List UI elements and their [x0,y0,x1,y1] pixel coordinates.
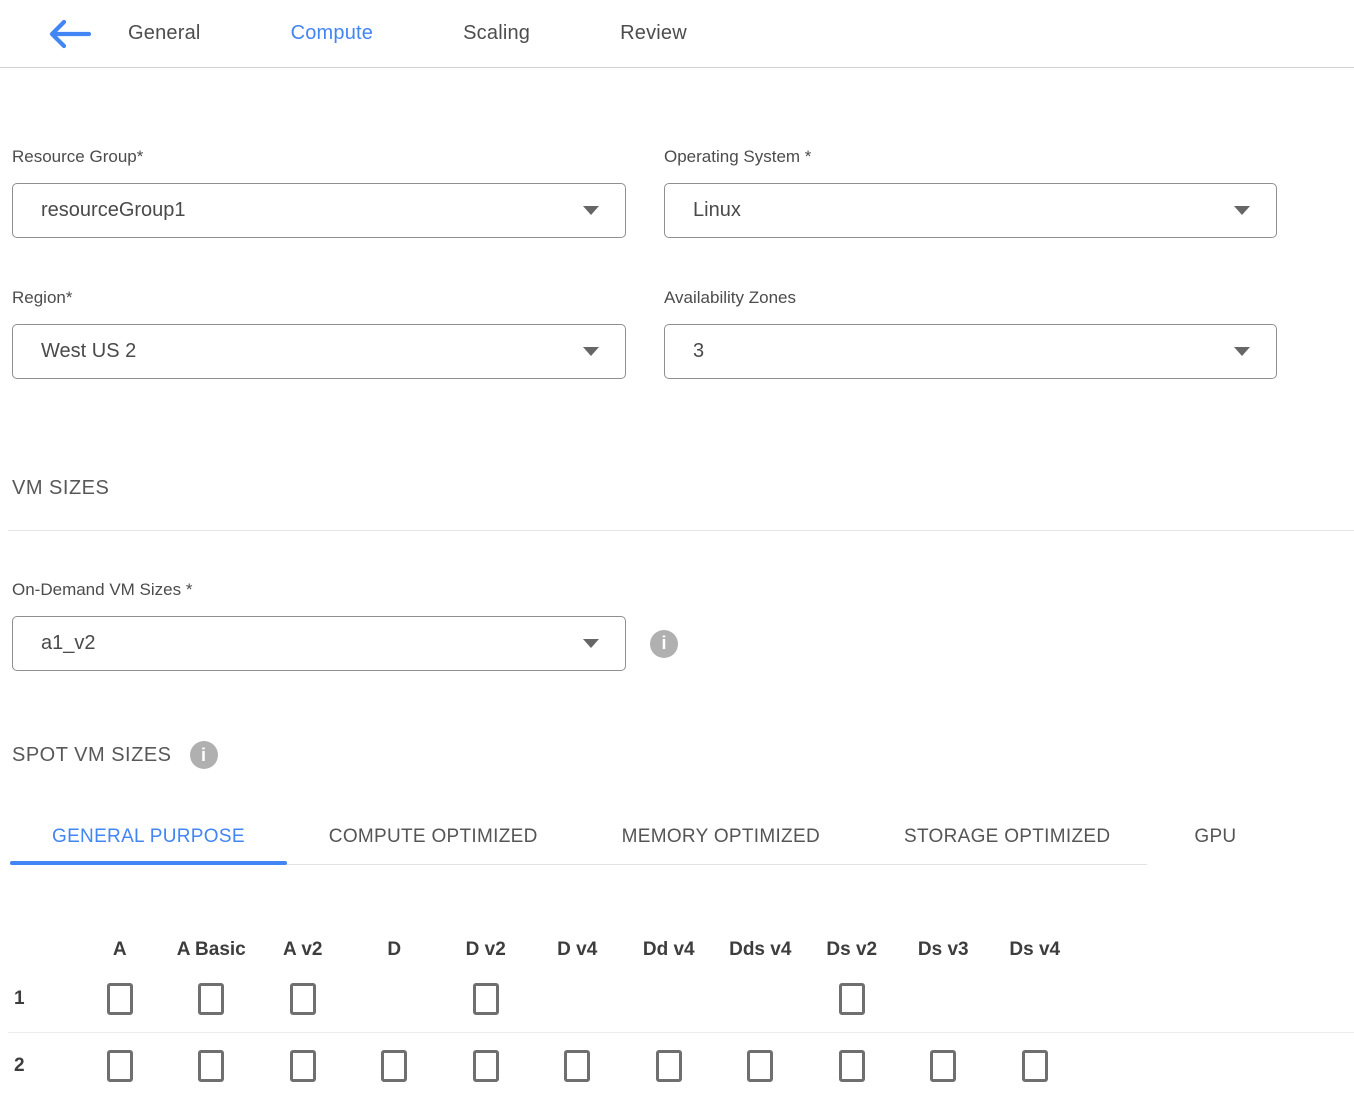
table-cell [806,1050,898,1082]
table-cell [166,1050,258,1082]
tab-compute-optimized[interactable]: COMPUTE OPTIMIZED [287,809,580,865]
chevron-down-icon [583,347,599,356]
table-cell [532,1050,624,1082]
section-divider [8,530,1354,531]
column-header-dds-v4: Dds v4 [715,939,807,961]
column-header-d: D [349,939,441,961]
vm-size-checkbox-dd-v4-row2[interactable] [656,1050,682,1082]
table-cell [257,983,349,1015]
on-demand-vm-sizes-value: a1_v2 [41,632,96,655]
compute-form: Resource Group* resourceGroup1 Operating… [12,147,1354,379]
row-label: 1 [8,988,74,1010]
operating-system-value: Linux [693,199,741,222]
on-demand-vm-sizes-row: a1_v2 i [12,616,1354,671]
back-button[interactable] [45,15,95,53]
column-header-d-v4: D v4 [532,939,624,961]
tab-general[interactable]: General [128,22,201,45]
vm-sizes-section-title: VM SIZES [12,477,1354,500]
tab-review[interactable]: Review [620,22,687,45]
vm-size-checkbox-a-v2-row1[interactable] [290,983,316,1015]
tab-general-purpose[interactable]: GENERAL PURPOSE [10,809,287,865]
table-cell [898,1050,990,1082]
vm-size-checkbox-ds-v2-row1[interactable] [839,983,865,1015]
wizard-header: General Compute Scaling Review [0,0,1354,68]
field-availability-zones: Availability Zones 3 [664,288,1277,379]
vm-size-checkbox-ds-v3-row2[interactable] [930,1050,956,1082]
table-cell [623,1050,715,1082]
chevron-down-icon [1234,347,1250,356]
column-header-a-basic: A Basic [166,939,258,961]
resource-group-select[interactable]: resourceGroup1 [12,183,626,238]
table-cell [166,983,258,1015]
vm-size-checkbox-d-v2-row1[interactable] [473,983,499,1015]
region-value: West US 2 [41,340,136,363]
field-operating-system: Operating System * Linux [664,147,1277,238]
arrow-left-icon [45,15,93,53]
operating-system-label: Operating System * [664,147,1277,167]
column-header-ds-v4: Ds v4 [989,939,1081,961]
column-header-ds-v2: Ds v2 [806,939,898,961]
availability-zones-value: 3 [693,340,704,363]
resource-group-label: Resource Group* [12,147,626,167]
vm-size-checkbox-ds-v2-row2[interactable] [839,1050,865,1082]
table-header-row: AA BasicA v2DD v2D v4Dd v4Dds v4Ds v2Ds … [8,939,1354,961]
table-cell [715,1050,807,1082]
region-label: Region* [12,288,626,308]
spot-vm-size-table: AA BasicA v2DD v2D v4Dd v4Dds v4Ds v2Ds … [8,939,1354,1098]
tab-storage-optimized[interactable]: STORAGE OPTIMIZED [862,809,1152,865]
vm-size-checkbox-d-row2[interactable] [381,1050,407,1082]
on-demand-vm-sizes-label: On-Demand VM Sizes * [12,580,1354,600]
resource-group-value: resourceGroup1 [41,199,186,222]
table-cell [440,983,532,1015]
info-icon[interactable]: i [650,630,678,658]
table-cell [349,1050,441,1082]
wizard-steps: General Compute Scaling Review [128,22,777,45]
vm-size-checkbox-a-basic-row1[interactable] [198,983,224,1015]
table-cell [440,1050,532,1082]
info-icon[interactable]: i [190,741,218,769]
field-resource-group: Resource Group* resourceGroup1 [12,147,626,238]
table-row-1: 1 [8,966,1354,1032]
operating-system-select[interactable]: Linux [664,183,1277,238]
column-header-a: A [74,939,166,961]
region-select[interactable]: West US 2 [12,324,626,379]
vm-size-checkbox-a-row2[interactable] [107,1050,133,1082]
vm-size-checkbox-d-v2-row2[interactable] [473,1050,499,1082]
vm-size-checkbox-a-row1[interactable] [107,983,133,1015]
availability-zones-select[interactable]: 3 [664,324,1277,379]
table-cell [806,983,898,1015]
chevron-down-icon [583,639,599,648]
table-cell [257,1050,349,1082]
on-demand-vm-sizes-select[interactable]: a1_v2 [12,616,626,671]
column-header-ds-v3: Ds v3 [898,939,990,961]
column-header-d-v2: D v2 [440,939,532,961]
spot-vm-sizes-section-title: SPOT VM SIZES [12,744,172,767]
column-header-a-v2: A v2 [257,939,349,961]
field-region: Region* West US 2 [12,288,626,379]
column-header-dd-v4: Dd v4 [623,939,715,961]
availability-zones-label: Availability Zones [664,288,1277,308]
chevron-down-icon [583,206,599,215]
spot-vm-sizes-header: SPOT VM SIZES i [12,741,1354,769]
tab-scaling[interactable]: Scaling [463,22,530,45]
table-cell [74,983,166,1015]
vm-size-checkbox-dds-v4-row2[interactable] [747,1050,773,1082]
vm-size-checkbox-ds-v4-row2[interactable] [1022,1050,1048,1082]
tab-compute[interactable]: Compute [291,22,374,45]
table-cell [989,1050,1081,1082]
spot-vm-size-tabs: GENERAL PURPOSE COMPUTE OPTIMIZED MEMORY… [10,809,1354,865]
table-cell [74,1050,166,1082]
vm-size-checkbox-a-basic-row2[interactable] [198,1050,224,1082]
vm-size-checkbox-d-v4-row2[interactable] [564,1050,590,1082]
vm-size-checkbox-a-v2-row2[interactable] [290,1050,316,1082]
tab-gpu[interactable]: GPU [1152,809,1278,865]
row-label: 2 [8,1055,74,1077]
table-row-2: 2 [8,1032,1354,1098]
chevron-down-icon [1234,206,1250,215]
tab-memory-optimized[interactable]: MEMORY OPTIMIZED [580,809,862,865]
